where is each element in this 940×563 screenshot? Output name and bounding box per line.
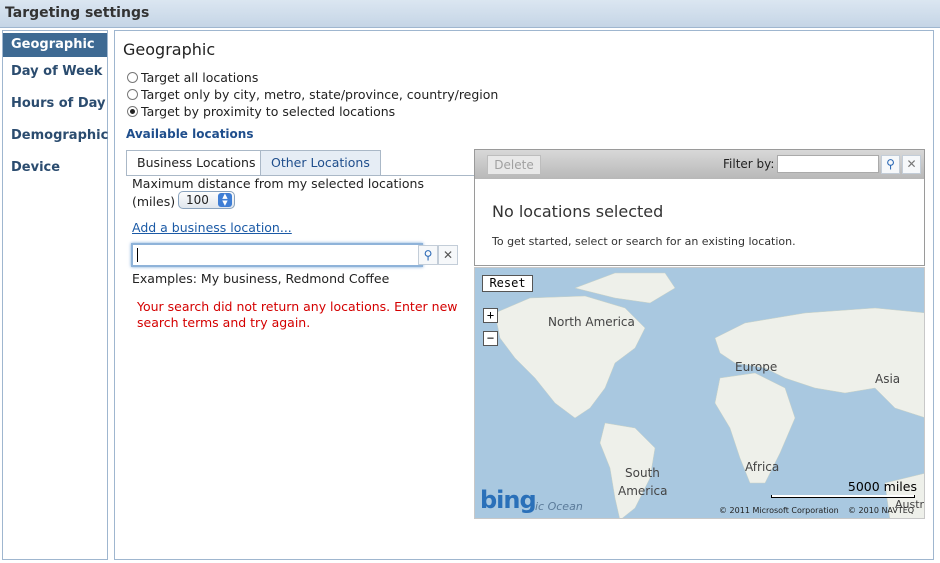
- locations-toolbar: Delete Filter by: ⚲ ✕: [475, 150, 924, 179]
- close-icon: ✕: [442, 248, 454, 262]
- sidebar: Geographic Day of Week Hours of Day Demo…: [2, 30, 108, 560]
- sidebar-item-geographic[interactable]: Geographic: [3, 33, 107, 57]
- add-business-location-link[interactable]: Add a business location...: [132, 220, 292, 235]
- title-bar: Targeting settings: [0, 0, 940, 28]
- search-icon: ⚲: [886, 157, 895, 171]
- select-arrows-icon: ▲ ▼: [218, 193, 232, 207]
- radio-button-selected[interactable]: [127, 105, 138, 117]
- get-started-text: To get started, select or search for an …: [492, 235, 796, 248]
- zoom-in-button[interactable]: +: [483, 308, 498, 323]
- map-label-north-america: North America: [548, 315, 635, 329]
- filter-search-button[interactable]: ⚲: [881, 155, 900, 174]
- radio-target-city[interactable]: Target only by city, metro, state/provin…: [127, 86, 498, 102]
- max-distance-label: Maximum distance from my selected locati…: [132, 176, 424, 191]
- zoom-out-button[interactable]: −: [483, 331, 498, 346]
- map-label-ocean: ic Ocean: [535, 500, 583, 513]
- map-reset-button[interactable]: Reset: [482, 275, 533, 292]
- map-copyright-navteq: © 2010 NAVTEQ: [848, 506, 915, 515]
- section-heading: Geographic: [123, 40, 216, 59]
- radio-label: Target by proximity to selected location…: [141, 103, 396, 119]
- radio-label: Target only by city, metro, state/provin…: [141, 86, 499, 102]
- map-label-europe: Europe: [735, 360, 778, 374]
- miles-label: (miles): [132, 194, 176, 209]
- radio-button[interactable]: [127, 71, 138, 83]
- no-locations-heading: No locations selected: [492, 202, 664, 221]
- map-label-south: South: [625, 466, 660, 480]
- bing-logo: bing: [480, 486, 537, 514]
- map-label-africa: Africa: [745, 460, 780, 474]
- sidebar-item-device[interactable]: Device: [3, 156, 107, 180]
- sidebar-item-demographic[interactable]: Demographic: [3, 124, 108, 148]
- delete-button[interactable]: Delete: [487, 155, 541, 175]
- examples-text: Examples: My business, Redmond Coffee: [132, 271, 390, 286]
- tab-business-locations[interactable]: Business Locations: [126, 150, 267, 176]
- available-locations-label: Available locations: [126, 127, 254, 141]
- selected-locations-panel: Delete Filter by: ⚲ ✕ No locations selec…: [474, 149, 925, 266]
- filter-label: Filter by:: [723, 157, 775, 171]
- radio-button[interactable]: [127, 88, 138, 100]
- main-panel: Geographic Target all locations Target o…: [114, 30, 934, 560]
- map-label-america: America: [618, 484, 668, 498]
- text-caret: [137, 248, 138, 262]
- clear-search-button[interactable]: ✕: [438, 245, 458, 265]
- world-map[interactable]: Reset + − North America Europe Asia Afri…: [474, 267, 925, 519]
- map-scale-bar: [771, 495, 915, 498]
- sidebar-item-day-of-week[interactable]: Day of Week: [3, 60, 107, 84]
- filter-input[interactable]: [777, 155, 879, 173]
- tab-other-locations[interactable]: Other Locations: [260, 150, 381, 175]
- map-copyright-microsoft: © 2011 Microsoft Corporation: [719, 506, 839, 515]
- search-icon: ⚲: [423, 248, 433, 262]
- distance-value: 100: [186, 193, 209, 207]
- map-scale-label: 5000 miles: [847, 479, 917, 494]
- filter-clear-button[interactable]: ✕: [902, 155, 921, 174]
- distance-select[interactable]: 100 ▲ ▼: [178, 191, 235, 209]
- radio-target-proximity[interactable]: Target by proximity to selected location…: [127, 103, 395, 119]
- radio-label: Target all locations: [141, 69, 259, 85]
- map-label-asia: Asia: [875, 372, 901, 386]
- error-message: Your search did not return any locations…: [137, 299, 458, 330]
- sidebar-item-hours-of-day[interactable]: Hours of Day: [3, 92, 107, 116]
- radio-target-all[interactable]: Target all locations: [127, 69, 258, 85]
- close-icon: ✕: [906, 157, 917, 171]
- page-title: Targeting settings: [5, 5, 150, 21]
- business-search-input[interactable]: [131, 243, 423, 267]
- search-button[interactable]: ⚲: [418, 245, 438, 265]
